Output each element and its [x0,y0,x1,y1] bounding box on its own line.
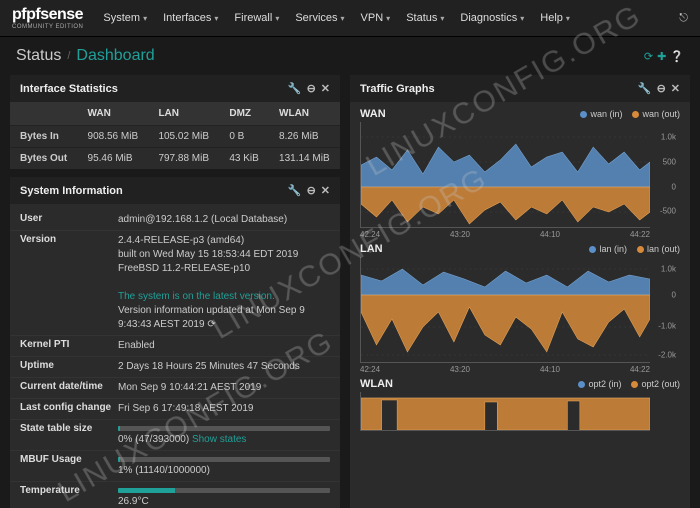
nav-diagnostics[interactable]: Diagnostics▾ [460,12,524,24]
table-row: Bytes In 908.56 MiB 105.02 MiB 0 B 8.26 … [10,126,340,148]
show-states-link[interactable]: Show states [192,434,246,445]
nav-system[interactable]: System▾ [103,12,147,24]
wrench-icon[interactable]: 🔧 [638,82,652,95]
close-icon[interactable]: ✕ [321,184,330,197]
system-info-panel: System Information 🔧 ⊖ ✕ Useradmin@192.1… [10,177,340,508]
nav-firewall[interactable]: Firewall▾ [234,12,279,24]
reload-icon[interactable]: ⟳ [207,319,215,330]
brand-name: pfsense [26,6,83,23]
mbuf-progress [118,457,330,462]
graph-wlan: WLAN opt2 (in) opt2 (out) [360,378,680,431]
nav-services[interactable]: Services▾ [295,12,344,24]
nav-interfaces[interactable]: Interfaces▾ [163,12,218,24]
traffic-graphs-panel: Traffic Graphs 🔧 ⊖ ✕ WAN wan (in) wan (o… [350,75,690,508]
minimize-icon[interactable]: ⊖ [307,82,316,95]
table-row: Bytes Out 95.46 MiB 797.88 MiB 43 KiB 13… [10,148,340,170]
graph-lan: LAN lan (in) lan (out) 1.0k 0 [360,243,680,374]
minimize-icon[interactable]: ⊖ [307,184,316,197]
close-icon[interactable]: ✕ [671,82,680,95]
breadcrumb: Status / Dashboard ⟳ ✚ ❔ [0,37,700,75]
wrench-icon[interactable]: 🔧 [288,184,302,197]
brand-logo[interactable]: pfpfsense COMMUNITY EDITION [12,6,83,30]
version-value: 2.4.4-RELEASE-p3 (amd64) built on Wed Ma… [118,234,330,332]
temp-progress [118,488,330,493]
add-icon[interactable]: ✚ [657,50,666,63]
brand-tagline: COMMUNITY EDITION [12,24,83,30]
close-icon[interactable]: ✕ [321,82,330,95]
panel-title: Traffic Graphs [360,83,435,95]
top-nav: pfpfsense COMMUNITY EDITION System▾ Inte… [0,0,700,37]
nav-vpn[interactable]: VPN▾ [361,12,391,24]
minimize-icon[interactable]: ⊖ [657,82,666,95]
nav-items: System▾ Interfaces▾ Firewall▾ Services▾ … [103,12,679,24]
breadcrumb-page[interactable]: Dashboard [76,47,154,65]
nav-status[interactable]: Status▾ [406,12,444,24]
logout-icon[interactable]: ⎋ [679,12,688,25]
states-progress [118,426,330,431]
user-value: admin@192.168.1.2 (Local Database) [118,213,330,227]
interface-stats-panel: Interface Statistics 🔧 ⊖ ✕ WAN LAN DMZ W… [10,75,340,169]
nav-help[interactable]: Help▾ [540,12,570,24]
graph-wan: WAN wan (in) wan (out) 1.0k 5 [360,108,680,239]
interface-table: WAN LAN DMZ WLAN Bytes In 908.56 MiB 105… [10,102,340,169]
wrench-icon[interactable]: 🔧 [288,82,302,95]
breadcrumb-section[interactable]: Status [16,47,61,65]
panel-title: System Information [20,185,123,197]
panel-title: Interface Statistics [20,83,118,95]
refresh-icon[interactable]: ⟳ [644,50,653,63]
help-icon[interactable]: ❔ [670,50,684,63]
